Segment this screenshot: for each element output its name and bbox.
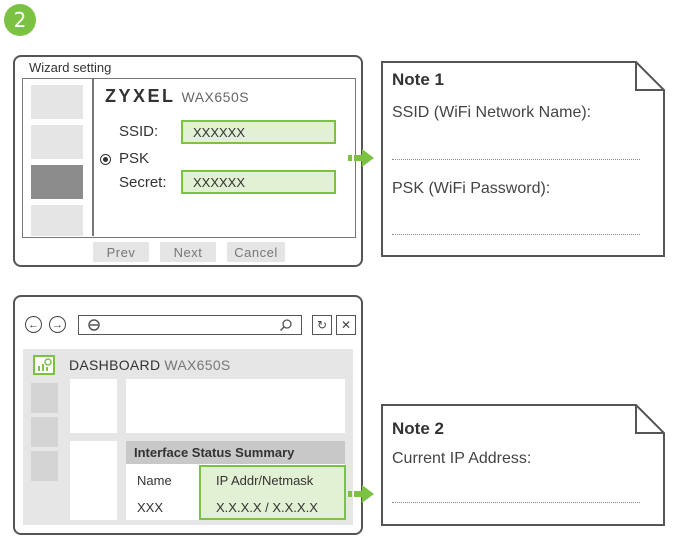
psk-radio[interactable] <box>100 154 111 165</box>
note-2-ip-text: Current IP Address: <box>392 450 532 467</box>
secret-label: Secret: <box>119 174 167 191</box>
forward-icon[interactable]: → <box>49 316 66 333</box>
wizard-sidebar-item <box>31 125 83 159</box>
dashboard-widget <box>70 379 117 433</box>
prev-button[interactable]: Prev <box>93 242 149 262</box>
column-header-ip: IP Addr/Netmask <box>216 473 314 488</box>
note-2: Note 2 Current IP Address: <box>380 403 666 527</box>
arrow-right-icon <box>348 485 374 503</box>
ip-write-line <box>392 502 640 503</box>
ssid-label: SSID: <box>119 123 159 140</box>
note-1-psk-text: PSK (WiFi Password): <box>392 180 551 197</box>
dashboard-title: DASHBOARD WAX650S <box>69 357 231 373</box>
dashboard-panel: DASHBOARD WAX650S Interface Status Summar… <box>23 349 353 525</box>
zyxel-logo: ZYXEL <box>105 86 176 106</box>
column-header-name: Name <box>137 473 172 488</box>
note-1-title: Note 1 <box>392 70 444 89</box>
back-icon[interactable]: ← <box>25 316 42 333</box>
dashboard-sidebar-item <box>31 417 58 447</box>
wizard-divider <box>92 79 94 236</box>
ssid-write-line <box>392 159 640 160</box>
browser-logo-icon <box>88 319 100 331</box>
step-badge: 2 <box>4 4 36 36</box>
close-icon[interactable]: ✕ <box>336 315 356 335</box>
interface-table-title: Interface Status Summary <box>126 441 345 464</box>
dashboard-label: DASHBOARD <box>69 357 161 373</box>
ssid-field[interactable]: XXXXXX <box>181 120 336 144</box>
wizard-window: Wizard setting ZYXEL WAX650S SSID: XXXXX… <box>13 55 363 267</box>
wizard-sidebar-item <box>31 85 83 119</box>
search-icon[interactable] <box>279 318 293 332</box>
row-name-cell: XXX <box>137 500 164 515</box>
wizard-sidebar-item-active <box>31 165 83 199</box>
note-2-title: Note 2 <box>392 419 444 438</box>
device-model: WAX650S <box>181 89 250 105</box>
dashboard-icon <box>33 355 55 375</box>
refresh-icon[interactable]: ↻ <box>312 315 332 335</box>
wizard-panel: ZYXEL WAX650S SSID: XXXXXX PSK Secret: X… <box>22 78 356 238</box>
browser-window: ← → ↻ ✕ DASHBOARD WAX650S Interface Stat… <box>13 295 363 535</box>
brand: ZYXEL WAX650S <box>105 86 249 107</box>
dashboard-sidebar-item <box>31 383 58 413</box>
dashboard-widget <box>70 441 117 520</box>
dashboard-widget <box>126 379 345 433</box>
arrow-right-icon <box>348 149 374 167</box>
wizard-title: Wizard setting <box>29 60 112 75</box>
secret-field[interactable]: XXXXXX <box>181 170 336 194</box>
wizard-sidebar-item <box>31 205 83 236</box>
next-button[interactable]: Next <box>160 242 216 262</box>
psk-label: PSK <box>119 150 150 167</box>
note-1: Note 1 SSID (WiFi Network Name): PSK (Wi… <box>380 60 666 258</box>
address-bar[interactable] <box>78 315 302 335</box>
psk-write-line <box>392 234 640 235</box>
note-1-ssid-text: SSID (WiFi Network Name): <box>392 104 592 121</box>
row-ip-cell: X.X.X.X / X.X.X.X <box>216 500 318 515</box>
dashboard-sidebar-item <box>31 451 58 481</box>
dashboard-model: WAX650S <box>164 357 231 373</box>
cancel-button[interactable]: Cancel <box>227 242 285 262</box>
